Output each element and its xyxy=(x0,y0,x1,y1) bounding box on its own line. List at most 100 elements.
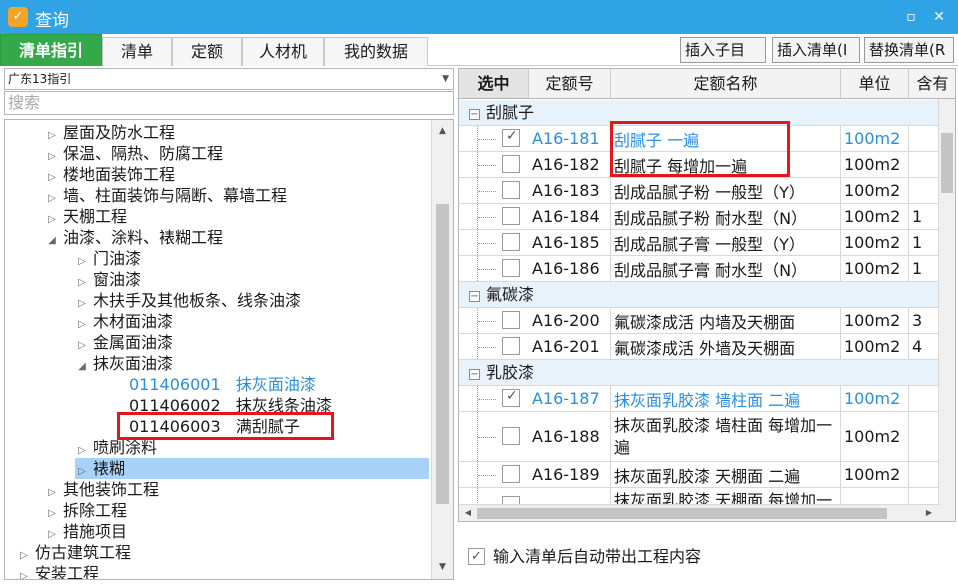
cell-unit: 100m2 xyxy=(841,334,909,359)
row-checkbox[interactable] xyxy=(502,465,520,483)
scroll-down-icon[interactable]: ▼ xyxy=(434,559,451,576)
tree-node[interactable]: ▷ 门油漆 xyxy=(75,248,141,269)
cell-unit: 100m2 xyxy=(841,126,909,151)
column-header-code[interactable]: 定额号 xyxy=(529,69,611,99)
cell-extra xyxy=(909,386,940,411)
tab-list[interactable]: 清单 xyxy=(102,37,172,66)
row-checkbox[interactable] xyxy=(502,181,520,199)
cell-code: A16-201 xyxy=(529,334,611,359)
cell-unit: 100m2 xyxy=(841,386,909,411)
row-checkbox[interactable] xyxy=(502,128,520,147)
cell-extra: 1 xyxy=(909,230,940,255)
auto-content-option[interactable]: 输入清单后自动带出工程内容 xyxy=(468,546,701,568)
group-row[interactable]: − 氟碳漆 xyxy=(459,282,940,308)
tab-my-data[interactable]: 我的数据 xyxy=(324,37,428,66)
cell-extra xyxy=(909,126,940,151)
table-row[interactable]: A16-200 氟碳漆成活 内墙及天棚面 100m2 3 xyxy=(459,308,940,334)
cell-code: A16-186 xyxy=(529,256,611,281)
cell-unit: 100m2 xyxy=(841,308,909,333)
tree-node[interactable]: ▷ 喷刷涂料 xyxy=(75,437,157,458)
scroll-thumb[interactable] xyxy=(436,204,449,504)
minimize-icon[interactable]: ▫ xyxy=(902,8,920,26)
column-header-select[interactable]: 选中 xyxy=(459,69,529,99)
annotation-highlight-box xyxy=(117,412,334,440)
tree-node[interactable]: ▷ 保温、隔热、防腐工程 xyxy=(45,143,223,164)
tree-node[interactable]: ▷ 其他装饰工程 xyxy=(45,479,159,500)
tree-node[interactable]: ▷ 窗油漆 xyxy=(75,269,141,290)
collapse-icon[interactable]: − xyxy=(469,291,480,302)
row-checkbox[interactable] xyxy=(502,427,520,445)
table-row[interactable]: A16-186 刮成品腻子膏 耐水型（N） 100m2 1 xyxy=(459,256,940,282)
tree-node[interactable]: ▷ 仿古建筑工程 xyxy=(17,542,131,563)
scroll-up-icon[interactable]: ▲ xyxy=(434,123,451,140)
close-icon[interactable]: ✕ xyxy=(930,8,948,26)
row-checkbox[interactable] xyxy=(502,207,520,225)
guide-selector[interactable]: 广东13指引 ▼ xyxy=(4,68,454,90)
tree-leaf-item[interactable]: 011406001 抹灰面油漆 xyxy=(129,374,316,395)
tree-scrollbar[interactable]: ▲ ▼ xyxy=(431,120,453,579)
table-row[interactable]: A16-184 刮成品腻子粉 耐水型（N） 100m2 1 xyxy=(459,204,940,230)
column-header-unit[interactable]: 单位 xyxy=(841,69,909,99)
row-checkbox[interactable] xyxy=(502,259,520,277)
cell-extra xyxy=(909,178,940,203)
row-checkbox[interactable] xyxy=(502,337,520,355)
tab-materials[interactable]: 人材机 xyxy=(242,37,324,66)
replace-list-button[interactable]: 替换清单(R xyxy=(864,37,954,63)
collapse-arrow-icon[interactable]: ◢ xyxy=(45,230,59,251)
tree-node[interactable]: ▷ 墙、柱面装饰与隔断、幕墙工程 xyxy=(45,185,287,206)
collapse-icon[interactable]: − xyxy=(469,109,480,120)
auto-content-label: 输入清单后自动带出工程内容 xyxy=(493,547,702,566)
insert-child-button[interactable]: 插入子目 xyxy=(680,37,766,63)
scroll-right-icon[interactable]: ▶ xyxy=(921,505,937,521)
table-row[interactable]: A16-188 抹灰面乳胶漆 墙柱面 每增加一遍 100m2 xyxy=(459,412,940,462)
collapse-arrow-icon[interactable]: ◢ xyxy=(75,356,89,377)
collapse-icon[interactable]: − xyxy=(469,369,480,380)
tree-node[interactable]: ▷ 楼地面装饰工程 xyxy=(45,164,175,185)
table-row[interactable]: A16-189 抹灰面乳胶漆 天棚面 二遍 100m2 xyxy=(459,462,940,488)
search-input[interactable]: 搜索 xyxy=(4,91,454,115)
column-header-name[interactable]: 定额名称 xyxy=(611,69,841,99)
tree-node[interactable]: ▷ 屋面及防水工程 xyxy=(45,122,175,143)
tree-node-selected[interactable]: ▷ 裱糊 xyxy=(75,458,429,479)
grid-horizontal-scrollbar[interactable]: ◀ ▶ xyxy=(459,504,940,521)
table-row[interactable]: A16-187 抹灰面乳胶漆 墙柱面 二遍 100m2 xyxy=(459,386,940,412)
tree-node[interactable]: ▷ 措施项目 xyxy=(45,521,127,542)
tab-list-guide[interactable]: 清单指引 xyxy=(0,34,102,66)
row-checkbox[interactable] xyxy=(502,155,520,173)
tree-node[interactable]: ▷ 拆除工程 xyxy=(45,500,127,521)
cell-extra xyxy=(909,412,940,461)
expand-arrow-icon[interactable]: ▷ xyxy=(17,566,31,579)
tree-node[interactable]: ▷ 金属面油漆 xyxy=(75,332,173,353)
tree-node[interactable]: ▷ 安装工程 xyxy=(17,563,99,579)
tree-node[interactable]: ◢ 油漆、涂料、裱糊工程 xyxy=(45,227,223,248)
group-row[interactable]: − 乳胶漆 xyxy=(459,360,940,386)
table-row[interactable]: A16-185 刮成品腻子膏 一般型（Y） 100m2 1 xyxy=(459,230,940,256)
grid-vertical-scrollbar[interactable] xyxy=(938,99,955,521)
cell-unit: 100m2 xyxy=(841,462,909,487)
table-row[interactable]: A16-183 刮成品腻子粉 一般型（Y） 100m2 xyxy=(459,178,940,204)
insert-list-button[interactable]: 插入清单(I xyxy=(772,37,860,63)
tree-node[interactable]: ▷ 木扶手及其他板条、线条油漆 xyxy=(75,290,301,311)
scroll-thumb[interactable] xyxy=(477,508,887,519)
auto-content-checkbox[interactable] xyxy=(468,546,485,568)
cell-unit: 100m2 xyxy=(841,256,909,281)
tree-node[interactable]: ▷ 木材面油漆 xyxy=(75,311,173,332)
column-header-extra[interactable]: 含有 xyxy=(909,69,955,99)
row-checkbox[interactable] xyxy=(502,388,520,407)
scroll-thumb[interactable] xyxy=(941,133,953,193)
quota-panel: 选中 定额号 定额名称 单位 含有 −刮腻子 A16-181 刮腻子 一遍 10… xyxy=(458,66,958,585)
cell-code: A16-187 xyxy=(529,386,611,411)
row-checkbox[interactable] xyxy=(502,311,520,329)
cell-name: 氟碳漆成活 外墙及天棚面 xyxy=(611,334,841,359)
cell-unit: 100m2 xyxy=(841,178,909,203)
tab-quota[interactable]: 定额 xyxy=(172,37,242,66)
tree-node[interactable]: ▷ 天棚工程 xyxy=(45,206,127,227)
row-checkbox[interactable] xyxy=(502,233,520,251)
guide-selector-value: 广东13指引 xyxy=(8,72,72,86)
table-row[interactable]: A16-201 氟碳漆成活 外墙及天棚面 100m2 4 xyxy=(459,334,940,360)
cell-name: 抹灰面乳胶漆 天棚面 二遍 xyxy=(611,462,841,487)
cell-name: 抹灰面乳胶漆 墙柱面 二遍 xyxy=(611,386,841,411)
tree-node[interactable]: ◢ 抹灰面油漆 xyxy=(75,353,173,374)
chevron-down-icon[interactable]: ▼ xyxy=(442,69,449,89)
scroll-left-icon[interactable]: ◀ xyxy=(460,505,476,521)
